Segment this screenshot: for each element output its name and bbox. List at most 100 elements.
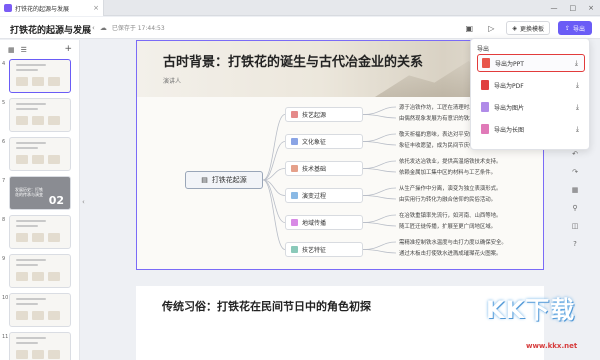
slide-thumbnail-preview — [9, 293, 71, 327]
slide-number: 10 — [2, 295, 9, 301]
leaf-connector — [362, 168, 397, 173]
view-toggle: ▦ ☰ — [8, 46, 27, 54]
mindmap-leaf[interactable]: 由实用行为转化为融合信仰的民俗活动。 — [399, 195, 496, 203]
cloud-check-icon: ☁ — [99, 23, 107, 32]
download-icon[interactable]: ⤓ — [576, 103, 579, 112]
grid-view-icon[interactable]: ▦ — [8, 46, 15, 54]
mindmap-branch[interactable]: 技艺起源 — [285, 107, 363, 122]
thumbnail-section-number: 02 — [48, 194, 64, 207]
mindmap-leaf[interactable]: 随工匠迁徙传播，扩展至更广阔地区域。 — [399, 222, 496, 230]
slide-title[interactable]: 古时背景：打铁花的诞生与古代冶金业的关系 — [163, 51, 423, 70]
slide-thumbnail[interactable]: 10 — [0, 292, 80, 328]
list-view-icon[interactable]: ☰ — [21, 46, 27, 54]
layout-icon[interactable]: ▦ — [572, 186, 579, 194]
mindmap-leaf[interactable]: 通过木板击打使铁水迸溅成璀璨花火图案。 — [399, 249, 501, 257]
thumbnail-card — [32, 350, 44, 359]
mindmap-leaf[interactable]: 依托发达冶铁业，提供高温熔铁技术支持。 — [399, 157, 501, 165]
slide-thumbnail[interactable]: 6 — [0, 136, 80, 172]
change-template-button[interactable]: ◈ 更换模板 — [506, 21, 550, 35]
slide-thumbnail[interactable]: 11 — [0, 331, 80, 360]
thumbnail-card — [32, 233, 44, 242]
slide-thumbnail-preview — [9, 215, 71, 249]
thumbnail-text-line — [16, 264, 38, 266]
thumbnail-card — [16, 311, 28, 320]
play-icon[interactable]: ▷ — [484, 21, 498, 35]
next-slide-title[interactable]: 传统习俗：打铁花在民间节日中的角色初探 — [162, 298, 371, 314]
leaf-connector — [362, 241, 397, 250]
export-option[interactable]: 导出为长图 ⤓ — [477, 120, 585, 138]
maximize-icon[interactable]: □ — [570, 4, 577, 12]
watermark: KK下载 www.kkx.net — [470, 288, 598, 358]
file-type-icon — [481, 80, 489, 90]
thumbnail-text-line — [16, 220, 46, 222]
leaf-connector — [362, 160, 397, 169]
toolbar-actions: ▣ ▷ ◈ 更换模板 ⇪ 导出 — [462, 21, 592, 35]
slide-thumbnail[interactable]: 8 — [0, 214, 80, 250]
slide-number: 5 — [2, 100, 6, 106]
download-icon[interactable]: ⤓ — [575, 59, 578, 68]
mindmap-leaf[interactable]: 在冶铁重镇率先流行，如河南、山西等地。 — [399, 211, 501, 219]
mindmap-branch[interactable]: 地域传播 — [285, 215, 363, 230]
thumbnail-card — [48, 350, 60, 359]
thumbnail-card — [32, 311, 44, 320]
thumbnail-card — [32, 116, 44, 125]
slide-thumbnail[interactable]: 5 — [0, 97, 80, 133]
save-icon[interactable]: ▣ — [462, 21, 476, 35]
branch-icon — [291, 192, 298, 199]
thumbnail-caption: 发展历史：打铁花的传承与演变 — [15, 187, 43, 197]
thumbnail-text-line — [16, 298, 46, 300]
export-option[interactable]: 导出为图片 ⤓ — [477, 98, 585, 116]
slide-thumbnail[interactable]: 4 — [0, 58, 80, 94]
export-option[interactable]: 导出为PPT ⤓ — [477, 54, 585, 72]
mindmap-leaf[interactable]: 需精准控制铁水温度与击打力度以确保安全。 — [399, 238, 507, 246]
mindmap-branch[interactable]: 文化象征 — [285, 134, 363, 149]
minimize-icon[interactable]: — — [551, 4, 558, 12]
save-status: 已保存于 17:44:53 — [111, 25, 165, 32]
slide-presenter[interactable]: 演讲人 — [163, 76, 181, 85]
back-arrow-icon[interactable]: ‹ — [92, 24, 95, 32]
document-tab[interactable]: 打铁花的起源与发展 × — [0, 0, 104, 16]
branch-icon — [291, 138, 298, 145]
leaf-connector — [362, 114, 397, 119]
mindmap-leaf[interactable]: 依赖金属加工集中区的材料与工艺条件。 — [399, 168, 496, 176]
slide-thumbnail[interactable]: 发展历史：打铁花的传承与演变 02 7 — [0, 175, 80, 211]
thumbnail-card — [48, 116, 60, 125]
watermark-logo: KK下载 — [486, 296, 576, 324]
export-button[interactable]: ⇪ 导出 — [557, 21, 592, 35]
add-slide-icon[interactable]: + — [64, 44, 72, 54]
thumbnail-card — [16, 233, 28, 242]
mindmap-branch[interactable]: 技术基础 — [285, 161, 363, 176]
thumbnail-card — [16, 350, 28, 359]
leaf-connector — [362, 106, 397, 115]
mindmap-branch[interactable]: 演变过程 — [285, 188, 363, 203]
watermark-url: www.kkx.net — [526, 342, 578, 350]
thumbnail-text-line — [16, 337, 46, 339]
mindmap-root[interactable]: ▤ 打铁花起源 — [185, 171, 263, 189]
thumbnail-text-line — [16, 225, 38, 227]
structure-icon[interactable]: ⚲ — [572, 204, 577, 212]
mindmap-branch[interactable]: 技艺特征 — [285, 242, 363, 257]
download-icon[interactable]: ⤓ — [576, 81, 579, 90]
mindmap-branch-label: 技艺起源 — [302, 112, 327, 119]
thumbnail-text-line — [16, 64, 46, 66]
thumbnail-card — [16, 116, 28, 125]
slide-number: 4 — [2, 61, 6, 67]
root-connector — [262, 114, 286, 181]
tab-close-icon[interactable]: × — [93, 4, 99, 12]
thumbnail-text-line — [16, 147, 38, 149]
save-area: ‹ ☁ 已保存于 17:44:53 — [92, 23, 165, 33]
export-option[interactable]: 导出为PDF ⤓ — [477, 76, 585, 94]
style-icon[interactable]: ◫ — [572, 222, 579, 230]
export-option-label: 导出为图片 — [494, 104, 525, 112]
leaf-connector — [362, 187, 397, 196]
slide-thumbnail-preview: 发展历史：打铁花的传承与演变 02 — [9, 176, 71, 210]
slide-thumbnail[interactable]: 9 — [0, 253, 80, 289]
redo-icon[interactable]: ↷ — [572, 168, 578, 176]
undo-icon[interactable]: ↶ — [572, 150, 578, 158]
file-type-icon — [481, 102, 489, 112]
help-icon[interactable]: ? — [573, 240, 577, 248]
download-icon[interactable]: ⤓ — [576, 125, 579, 134]
close-window-icon[interactable]: × — [588, 4, 594, 12]
collapse-sidebar-icon[interactable]: ‹ — [82, 198, 85, 206]
mindmap-leaf[interactable]: 从生产操作中分离，演变为独立表演形式。 — [399, 184, 501, 192]
